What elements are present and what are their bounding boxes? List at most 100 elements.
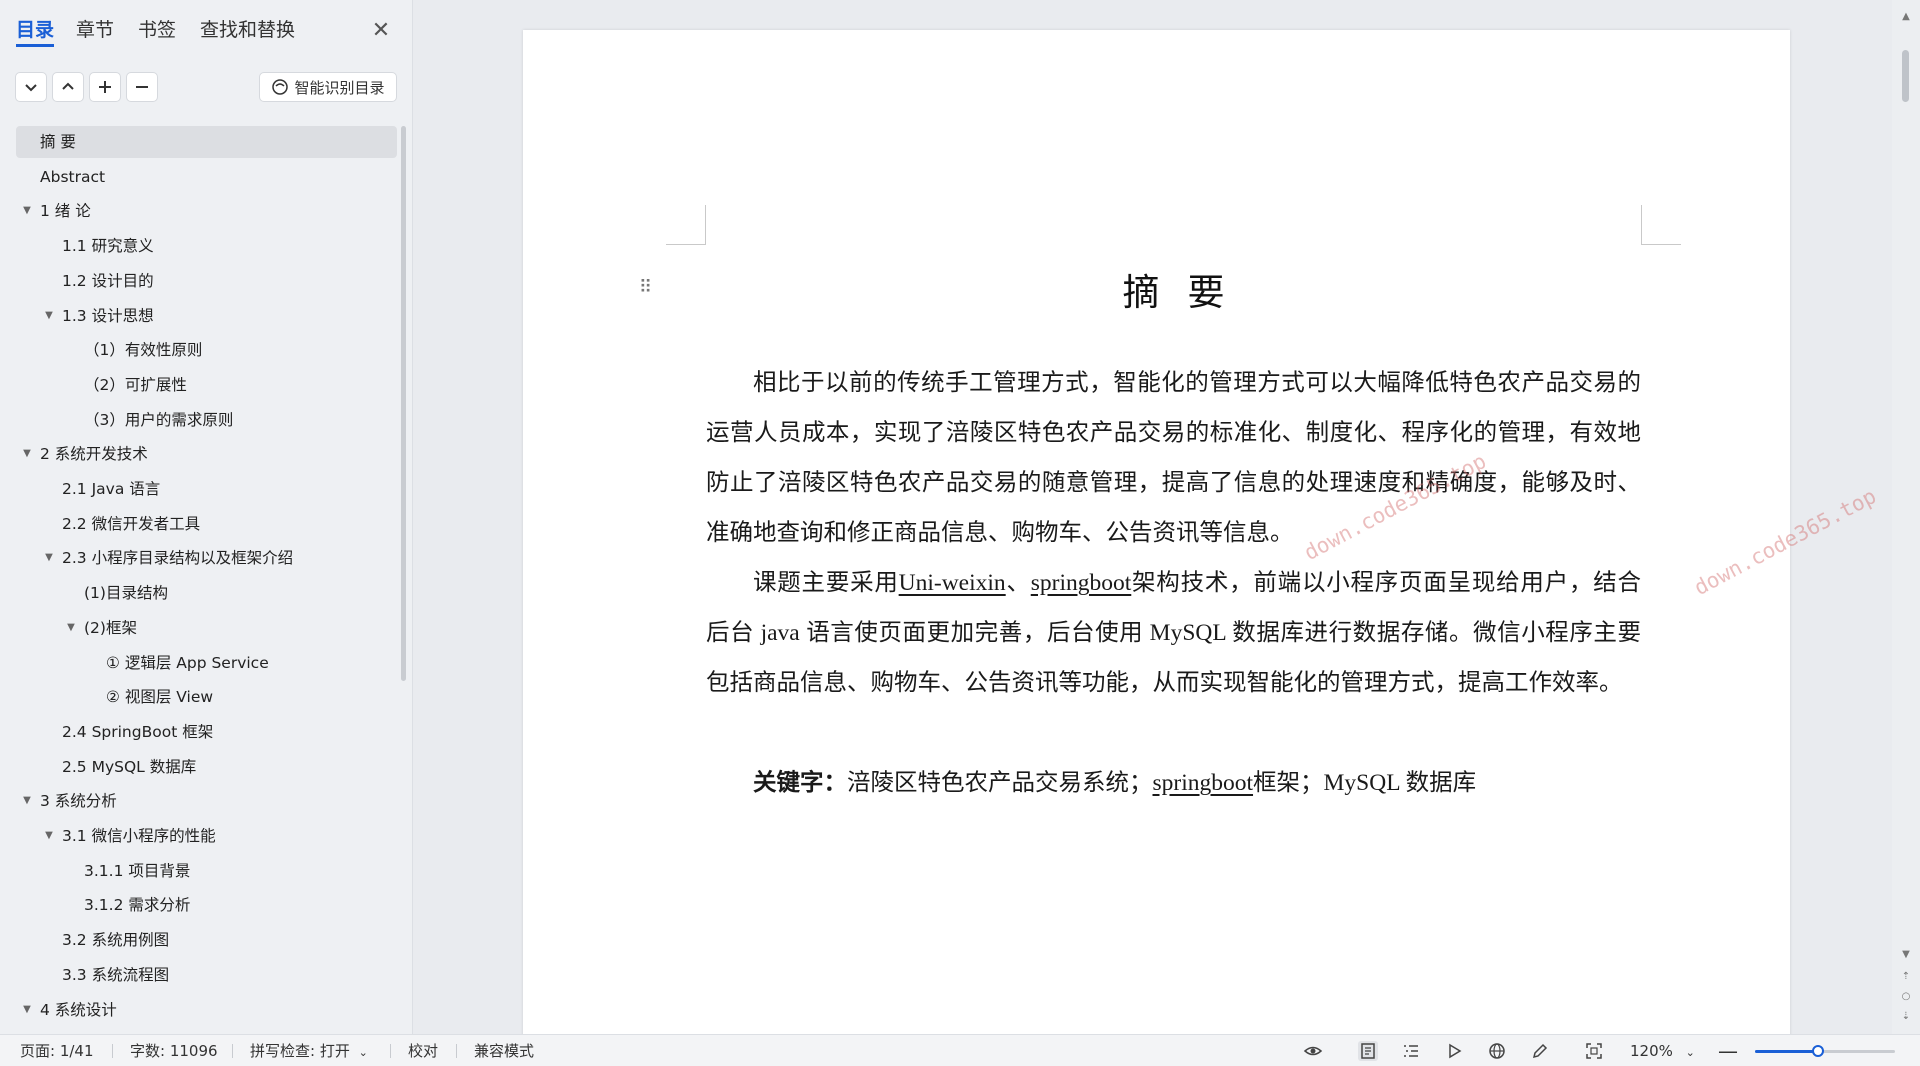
fit-page-button[interactable] (1584, 1041, 1604, 1061)
toc-item[interactable]: ▼ 1 绪 论 (16, 195, 397, 227)
tab-toc[interactable]: 目录 (16, 17, 55, 47)
toc-item-label: 3.1 微信小程序的性能 (62, 827, 216, 845)
toc-item-label: 2 系统开发技术 (40, 445, 148, 464)
add-toc-item-button[interactable] (89, 72, 121, 102)
toc-item-label: (1)目录结构 (84, 584, 168, 603)
toc-item[interactable]: Abstract (16, 161, 397, 193)
toc-item[interactable]: 2.2 微信开发者工具 (16, 508, 397, 540)
collapse-button[interactable] (52, 72, 84, 102)
zoom-out-button[interactable]: — (1718, 1035, 1738, 1066)
toc-scrollbar[interactable] (401, 126, 406, 681)
toc-item-label: （2）可扩展性 (84, 375, 187, 394)
toc-item-label: 2.2 微信开发者工具 (62, 514, 201, 533)
expand-caret-icon[interactable]: ▼ (42, 542, 56, 574)
play-icon (1449, 1043, 1462, 1059)
toc-item[interactable]: 1.1 研究意义 (16, 230, 397, 262)
toc-item-label: 3.1.1 项目背景 (84, 861, 191, 880)
toc-item-label: 4 系统设计 (40, 1000, 117, 1019)
toc-item[interactable]: （3）用户的需求原则 (16, 404, 397, 436)
smart-recognize-icon (272, 79, 289, 95)
toc-item[interactable]: ▼ 2 系统开发技术 (16, 438, 397, 470)
toc-tree: 摘 要 Abstract ▼ 1 绪 论 1.1 研究意义 1.2 设计目的 ▼ 1.3 设计… (16, 126, 397, 1026)
web-view-button[interactable] (1487, 1041, 1507, 1061)
toc-item[interactable]: （2）可扩展性 (16, 369, 397, 401)
toc-item[interactable]: 2.5 MySQL 数据库 (16, 751, 397, 783)
keywords-paragraph: 关键字：涪陵区特色农产品交易系统；springboot框架；MySQL 数据库 (706, 758, 1641, 808)
chevron-up-icon (62, 82, 74, 90)
zoom-slider-fill (1755, 1050, 1818, 1053)
toc-item[interactable]: ▼ 4 系统设计 (16, 994, 397, 1026)
expand-caret-icon[interactable]: ▼ (20, 785, 34, 817)
outline-icon (1404, 1045, 1418, 1057)
abstract-title: 摘要 (1122, 271, 1253, 314)
toc-item[interactable]: 2.1 Java 语言 (16, 473, 397, 505)
toc-item[interactable]: ▼ 2.3 小程序目录结构以及框架介绍 (16, 542, 397, 574)
scroll-up-icon[interactable]: ▲ (1899, 10, 1913, 24)
toc-item[interactable]: 3.3 系统流程图 (16, 959, 397, 991)
expand-caret-icon[interactable]: ▼ (20, 438, 34, 470)
expand-caret-icon[interactable]: ▼ (42, 820, 56, 852)
word-count[interactable]: 字数: 11096 (130, 1035, 218, 1066)
toc-item-label: （1）有效性原则 (84, 341, 203, 360)
navigation-pane: 目录 章节 书签 查找和替换 ✕ 智能识别目录 摘 要 Abstract ▼ 1 绪 … (0, 0, 413, 1034)
toc-item-label: 1.2 设计目的 (62, 271, 154, 290)
toc-item[interactable]: ▼ 3 系统分析 (16, 785, 397, 817)
toc-item[interactable]: 摘 要 (16, 126, 397, 158)
page-view-button[interactable] (1358, 1041, 1378, 1061)
smart-toc-label: 智能识别目录 (294, 78, 385, 97)
toc-item-label: 3.3 系统流程图 (62, 965, 170, 984)
tab-find-replace[interactable]: 查找和替换 (200, 17, 295, 47)
para2-text-2: 、 (1005, 570, 1031, 596)
play-button[interactable] (1444, 1041, 1464, 1061)
abstract-paragraph-2: 课题主要采用Uni-weixin、springboot架构技术，前端以小程序页面… (706, 558, 1641, 708)
toc-item-label: Abstract (40, 167, 106, 186)
toc-item-label: (2)框架 (84, 618, 137, 637)
toc-item[interactable]: 3.1.1 项目背景 (16, 855, 397, 887)
close-icon: ✕ (371, 18, 391, 43)
toc-item[interactable]: ▼ (2)框架 (16, 612, 397, 644)
zoom-slider[interactable] (1755, 1045, 1895, 1057)
toc-item-label: 2.1 Java 语言 (62, 480, 161, 498)
toc-item-label: 2.4 SpringBoot 框架 (62, 722, 214, 741)
keywords-label: 关键字： (753, 770, 847, 796)
vertical-scrollbar[interactable]: ▲ ▼ ⇡ ○ ⇣ (1892, 0, 1920, 1034)
toc-item[interactable]: （1）有效性原则 (16, 334, 397, 366)
expand-caret-icon[interactable]: ▼ (20, 195, 34, 227)
zoom-level-dropdown[interactable]: 120% ⌄ (1630, 1035, 1695, 1066)
toc-item[interactable]: 1.2 设计目的 (16, 265, 397, 297)
zoom-slider-knob[interactable] (1812, 1045, 1824, 1057)
remove-toc-item-button[interactable] (126, 72, 158, 102)
toc-item[interactable]: ① 逻辑层 App Service (16, 647, 397, 679)
prev-page-icon[interactable]: ⇡ (1899, 970, 1913, 984)
expand-caret-icon[interactable]: ▼ (42, 300, 56, 332)
outline-view-button[interactable] (1401, 1041, 1421, 1061)
select-browse-icon[interactable]: ○ (1899, 990, 1913, 1004)
toc-item[interactable]: ▼ 3.1 微信小程序的性能 (16, 820, 397, 852)
expand-caret-icon[interactable]: ▼ (64, 612, 78, 644)
margin-corner-top-left (666, 205, 706, 245)
tab-bookmark[interactable]: 书签 (138, 17, 176, 47)
scroll-down-icon[interactable]: ▼ (1899, 948, 1913, 962)
pane-tabs: 目录 章节 书签 查找和替换 ✕ (0, 0, 413, 62)
spell-check-toggle[interactable]: 拼写检查: 打开 ⌄ (250, 1035, 368, 1066)
next-page-icon[interactable]: ⇣ (1899, 1010, 1913, 1024)
toc-item[interactable]: 2.4 SpringBoot 框架 (16, 716, 397, 748)
toc-item[interactable]: (1)目录结构 (16, 577, 397, 609)
drag-handle-icon[interactable]: ⠿ (639, 277, 655, 299)
divider (456, 1044, 457, 1058)
expand-button[interactable] (15, 72, 47, 102)
expand-caret-icon[interactable]: ▼ (20, 994, 34, 1026)
smart-toc-button[interactable]: 智能识别目录 (259, 72, 397, 102)
toc-item[interactable]: 3.2 系统用例图 (16, 924, 397, 956)
toc-item[interactable]: ② 视图层 View (16, 681, 397, 713)
toc-item[interactable]: ▼ 1.3 设计思想 (16, 300, 397, 332)
proofread-button[interactable]: 校对 (408, 1035, 438, 1066)
tab-chapter[interactable]: 章节 (76, 17, 114, 47)
page-indicator[interactable]: 页面: 1/41 (20, 1035, 94, 1066)
close-pane-button[interactable]: ✕ (366, 16, 396, 46)
eye-protect-button[interactable] (1303, 1041, 1323, 1061)
scrollbar-thumb[interactable] (1902, 50, 1909, 102)
document-page[interactable]: ⠿ 摘要 相比于以前的传统手工管理方式，智能化的管理方式可以大幅降低特色农产品交… (523, 30, 1790, 1034)
annotate-button[interactable] (1530, 1041, 1550, 1061)
toc-item[interactable]: 3.1.2 需求分析 (16, 889, 397, 921)
